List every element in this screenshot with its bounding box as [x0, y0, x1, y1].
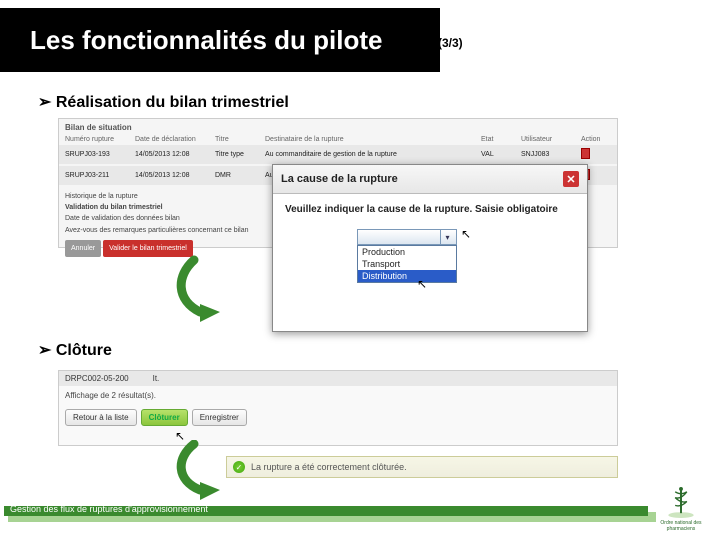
cause-options-list: Production Transport Distribution — [357, 245, 457, 283]
cursor-icon: ↖ — [461, 227, 471, 241]
back-button[interactable]: Retour à la liste — [65, 409, 137, 426]
toast-text: La rupture a été correctement clôturée. — [251, 462, 407, 472]
footer: Gestion des flux de ruptures d'approvisi… — [0, 502, 720, 530]
logo-text: Ordre national des pharmaciens — [652, 521, 710, 532]
cell: DMR — [215, 172, 265, 179]
col-num: Numéro rupture — [65, 136, 135, 143]
cancel-button[interactable]: Annuler — [65, 240, 101, 257]
dialog-text: Veuillez indiquer la cause de la rupture… — [285, 204, 575, 215]
col-titre: Titre — [215, 136, 265, 143]
success-toast: ✓ La rupture a été correctement clôturée… — [226, 456, 618, 478]
col-date: Date de déclaration — [135, 136, 215, 143]
ref-cell: DRPC002-05-200 — [65, 374, 129, 383]
bilan-grid-header: Numéro rupture Date de déclaration Titre… — [59, 136, 617, 143]
close-rupture-button[interactable]: Clôturer — [141, 409, 188, 426]
col-dest: Destinataire de la rupture — [265, 136, 481, 143]
bullet-realisation-text: Réalisation du bilan trimestriel — [56, 94, 289, 111]
cell: SNJJ083 — [521, 151, 581, 158]
curved-arrow-icon — [170, 254, 250, 324]
col-etat: Etat — [481, 136, 521, 143]
cell: Titre type — [215, 151, 265, 158]
chevron-down-icon: ▾ — [440, 230, 454, 244]
cursor-icon: ↖ — [417, 277, 427, 291]
page-indicator: (3/3) — [438, 36, 463, 50]
option-production[interactable]: Production — [358, 246, 456, 258]
table-row: SRUPJ03-193 14/05/2013 12:08 Titre type … — [59, 145, 617, 164]
bullet-cloture: ➢ Clôture — [38, 340, 112, 360]
bullet-arrow-icon: ➢ — [38, 94, 51, 111]
cause-dialog: La cause de la rupture ✕ Veuillez indiqu… — [272, 164, 588, 332]
cell: SRUPJ03-211 — [65, 172, 135, 179]
option-distribution[interactable]: Distribution — [358, 270, 456, 282]
bullet-arrow-icon: ➢ — [38, 342, 51, 359]
caduceus-icon — [666, 486, 696, 519]
dialog-title: La cause de la rupture — [281, 173, 398, 185]
pdf-icon[interactable] — [581, 148, 611, 161]
option-transport[interactable]: Transport — [358, 258, 456, 270]
dialog-body: Veuillez indiquer la cause de la rupture… — [273, 194, 587, 255]
cause-select[interactable]: ▾ — [357, 229, 457, 245]
cell: 14/05/2013 12:08 — [135, 151, 215, 158]
cloture-buttons: Retour à la liste Clôturer Enregistrer — [59, 405, 617, 430]
result-count: Affichage de 2 résultat(s). — [59, 386, 617, 405]
slide-title-bar: Les fonctionnalités du pilote — [0, 8, 440, 72]
cell: SRUPJ03-193 — [65, 151, 135, 158]
onp-logo: Ordre national des pharmaciens — [652, 486, 710, 532]
close-icon[interactable]: ✕ — [563, 171, 579, 187]
col-user: Utilisateur — [521, 136, 581, 143]
cell: VAL — [481, 151, 521, 158]
col-action: Action — [581, 136, 611, 143]
bullet-cloture-text: Clôture — [56, 342, 112, 359]
bilan-panel-heading: Bilan de situation — [59, 119, 617, 136]
slide-title: Les fonctionnalités du pilote — [30, 25, 382, 56]
cloture-panel: DRPC002-05-200 It. Affichage de 2 résult… — [58, 370, 618, 446]
cell: 14/05/2013 12:08 — [135, 172, 215, 179]
cell: Au commanditaire de gestion de la ruptur… — [265, 151, 481, 158]
check-icon: ✓ — [233, 461, 245, 473]
dialog-titlebar: La cause de la rupture ✕ — [273, 165, 587, 194]
bullet-realisation: ➢ Réalisation du bilan trimestriel — [38, 92, 289, 112]
cloture-header: DRPC002-05-200 It. — [59, 371, 617, 386]
ref-cell-2: It. — [153, 374, 160, 383]
save-button[interactable]: Enregistrer — [192, 409, 247, 426]
cause-select-wrap: ▾ ↖ Production Transport Distribution ↖ — [357, 229, 575, 245]
footer-text: Gestion des flux de ruptures d'approvisi… — [10, 504, 208, 514]
